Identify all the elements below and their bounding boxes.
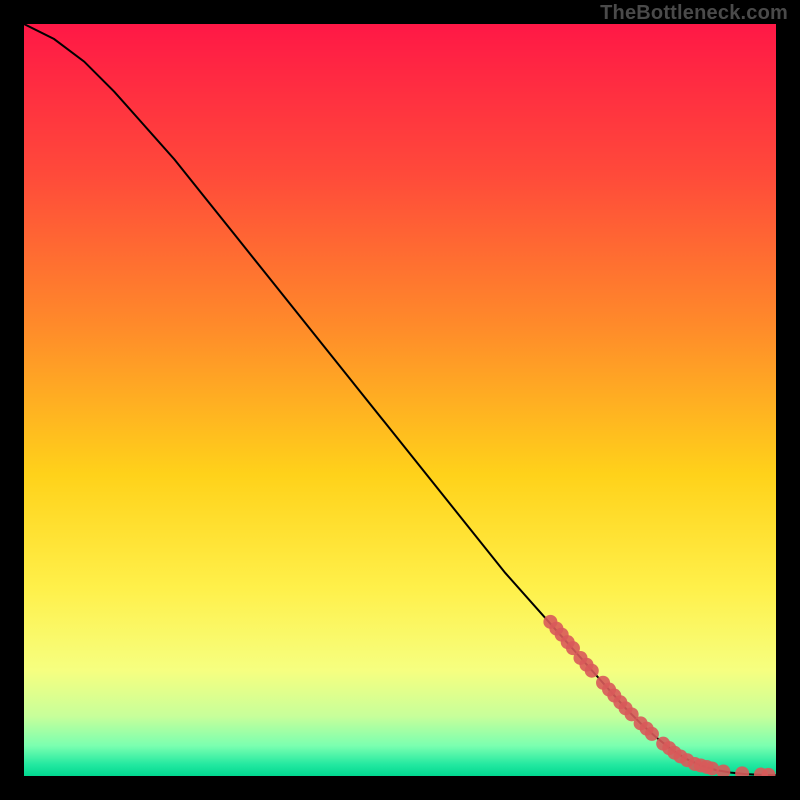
data-marker (585, 664, 599, 678)
plot-area (24, 24, 776, 776)
plot-background (24, 24, 776, 776)
chart-frame: TheBottleneck.com (0, 0, 800, 800)
watermark-text: TheBottleneck.com (600, 2, 788, 25)
chart-svg (24, 24, 776, 776)
data-marker (645, 727, 659, 741)
